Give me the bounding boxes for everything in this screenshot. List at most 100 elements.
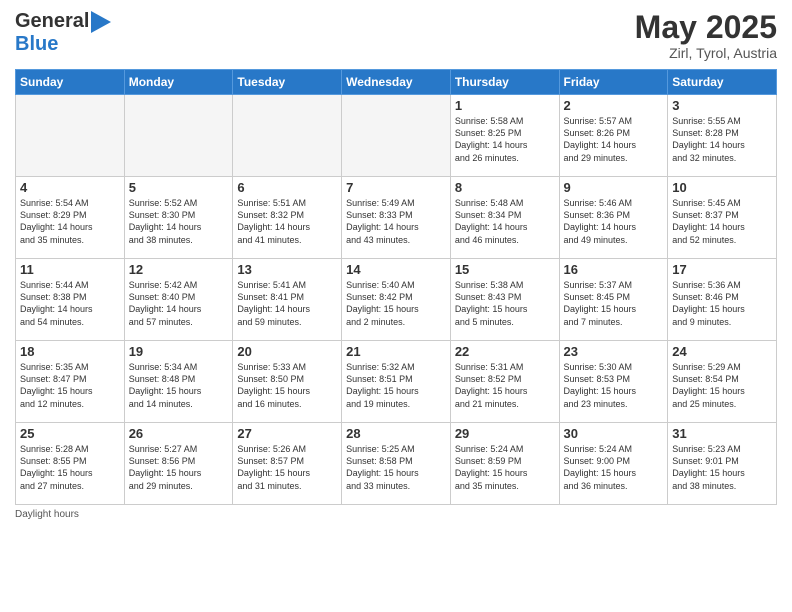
date-14: 14: [346, 262, 446, 277]
info-14: Sunrise: 5:40 AM Sunset: 8:42 PM Dayligh…: [346, 279, 446, 328]
cell-0-2: [233, 95, 342, 177]
date-22: 22: [455, 344, 555, 359]
info-3: Sunrise: 5:55 AM Sunset: 8:28 PM Dayligh…: [672, 115, 772, 164]
info-18: Sunrise: 5:35 AM Sunset: 8:47 PM Dayligh…: [20, 361, 120, 410]
date-27: 27: [237, 426, 337, 441]
cell-1-5: 9Sunrise: 5:46 AM Sunset: 8:36 PM Daylig…: [559, 177, 668, 259]
header-monday: Monday: [124, 70, 233, 95]
cell-2-3: 14 Sunrise: 5:40 AM Sunset: 8:42 PM Dayli…: [342, 259, 451, 341]
info-8: Sunrise: 5:48 AM Sunset: 8:34 PM Dayligh…: [455, 197, 555, 246]
header-tuesday: Tuesday: [233, 70, 342, 95]
info-1: Sunrise: 5:58 AM Sunset: 8:25 PM Dayligh…: [455, 115, 555, 164]
date-29: 29: [455, 426, 555, 441]
week-row-3: 11 Sunrise: 5:44 AM Sunset: 8:38 PM Dayli…: [16, 259, 777, 341]
location: Zirl, Tyrol, Austria: [635, 45, 777, 61]
cell-4-3: 28Sunrise: 5:25 AM Sunset: 8:58 PM Dayli…: [342, 423, 451, 505]
cell-3-4: 22Sunrise: 5:31 AM Sunset: 8:52 PM Dayli…: [450, 341, 559, 423]
info-7: Sunrise: 5:49 AM Sunset: 8:33 PM Dayligh…: [346, 197, 446, 246]
info-15: Sunrise: 5:38 AM Sunset: 8:43 PM Dayligh…: [455, 279, 555, 328]
date-17: 17: [672, 262, 772, 277]
cell-2-5: 16 Sunrise: 5:37 AM Sunset: 8:45 PM Dayli…: [559, 259, 668, 341]
cell-1-3: 7 Sunrise: 5:49 AM Sunset: 8:33 PM Daylig…: [342, 177, 451, 259]
info-17: Sunrise: 5:36 AM Sunset: 8:46 PM Dayligh…: [672, 279, 772, 328]
cell-1-4: 8 Sunrise: 5:48 AM Sunset: 8:34 PM Daylig…: [450, 177, 559, 259]
info-13: Sunrise: 5:41 AM Sunset: 8:41 PM Dayligh…: [237, 279, 337, 328]
cell-3-0: 18Sunrise: 5:35 AM Sunset: 8:47 PM Dayli…: [16, 341, 125, 423]
cell-0-5: 2Sunrise: 5:57 AM Sunset: 8:26 PM Daylig…: [559, 95, 668, 177]
cell-4-6: 31Sunrise: 5:23 AM Sunset: 9:01 PM Dayli…: [668, 423, 777, 505]
calendar: SundayMondayTuesdayWednesdayThursdayFrid…: [15, 69, 777, 505]
cell-0-3: [342, 95, 451, 177]
header-thursday: Thursday: [450, 70, 559, 95]
cell-2-4: 15 Sunrise: 5:38 AM Sunset: 8:43 PM Dayli…: [450, 259, 559, 341]
info-10: Sunrise: 5:45 AM Sunset: 8:37 PM Dayligh…: [672, 197, 772, 246]
date-24: 24: [672, 344, 772, 359]
week-row-4: 18Sunrise: 5:35 AM Sunset: 8:47 PM Dayli…: [16, 341, 777, 423]
date-8: 8: [455, 180, 555, 195]
info-16: Sunrise: 5:37 AM Sunset: 8:45 PM Dayligh…: [564, 279, 664, 328]
date-9: 9: [564, 180, 664, 195]
cell-4-0: 25 Sunrise: 5:28 AM Sunset: 8:55 PM Dayli…: [16, 423, 125, 505]
cell-4-5: 30 Sunrise: 5:24 AM Sunset: 9:00 PM Dayli…: [559, 423, 668, 505]
date-5: 5: [129, 180, 229, 195]
cell-3-5: 23 Sunrise: 5:30 AM Sunset: 8:53 PM Dayli…: [559, 341, 668, 423]
cell-3-3: 21 Sunrise: 5:32 AM Sunset: 8:51 PM Dayli…: [342, 341, 451, 423]
date-16: 16: [564, 262, 664, 277]
cell-2-1: 12 Sunrise: 5:42 AM Sunset: 8:40 PM Dayli…: [124, 259, 233, 341]
header-saturday: Saturday: [668, 70, 777, 95]
cell-4-2: 27 Sunrise: 5:26 AM Sunset: 8:57 PM Dayli…: [233, 423, 342, 505]
info-19: Sunrise: 5:34 AM Sunset: 8:48 PM Dayligh…: [129, 361, 229, 410]
cell-2-2: 13 Sunrise: 5:41 AM Sunset: 8:41 PM Dayli…: [233, 259, 342, 341]
date-12: 12: [129, 262, 229, 277]
date-11: 11: [20, 262, 120, 277]
info-4: Sunrise: 5:54 AM Sunset: 8:29 PM Dayligh…: [20, 197, 120, 246]
logo-blue: Blue: [15, 33, 58, 55]
info-6: Sunrise: 5:51 AM Sunset: 8:32 PM Dayligh…: [237, 197, 337, 246]
date-4: 4: [20, 180, 120, 195]
cell-3-6: 24 Sunrise: 5:29 AM Sunset: 8:54 PM Dayli…: [668, 341, 777, 423]
info-30: Sunrise: 5:24 AM Sunset: 9:00 PM Dayligh…: [564, 443, 664, 492]
cell-3-2: 20Sunrise: 5:33 AM Sunset: 8:50 PM Dayli…: [233, 341, 342, 423]
header-sunday: Sunday: [16, 70, 125, 95]
info-12: Sunrise: 5:42 AM Sunset: 8:40 PM Dayligh…: [129, 279, 229, 328]
footer: Daylight hours: [15, 509, 777, 520]
info-26: Sunrise: 5:27 AM Sunset: 8:56 PM Dayligh…: [129, 443, 229, 492]
info-20: Sunrise: 5:33 AM Sunset: 8:50 PM Dayligh…: [237, 361, 337, 410]
info-21: Sunrise: 5:32 AM Sunset: 8:51 PM Dayligh…: [346, 361, 446, 410]
date-28: 28: [346, 426, 446, 441]
info-24: Sunrise: 5:29 AM Sunset: 8:54 PM Dayligh…: [672, 361, 772, 410]
cell-4-4: 29Sunrise: 5:24 AM Sunset: 8:59 PM Dayli…: [450, 423, 559, 505]
info-23: Sunrise: 5:30 AM Sunset: 8:53 PM Dayligh…: [564, 361, 664, 410]
date-21: 21: [346, 344, 446, 359]
date-23: 23: [564, 344, 664, 359]
info-25: Sunrise: 5:28 AM Sunset: 8:55 PM Dayligh…: [20, 443, 120, 492]
date-7: 7: [346, 180, 446, 195]
logo-icon: [89, 11, 111, 33]
date-13: 13: [237, 262, 337, 277]
date-2: 2: [564, 98, 664, 113]
cell-0-6: 3 Sunrise: 5:55 AM Sunset: 8:28 PM Daylig…: [668, 95, 777, 177]
cell-4-1: 26 Sunrise: 5:27 AM Sunset: 8:56 PM Dayli…: [124, 423, 233, 505]
week-row-1: 1 Sunrise: 5:58 AM Sunset: 8:25 PM Daylig…: [16, 95, 777, 177]
date-19: 19: [129, 344, 229, 359]
calendar-header-row: SundayMondayTuesdayWednesdayThursdayFrid…: [16, 70, 777, 95]
logo-text: GeneralBlue: [15, 10, 111, 55]
info-5: Sunrise: 5:52 AM Sunset: 8:30 PM Dayligh…: [129, 197, 229, 246]
date-3: 3: [672, 98, 772, 113]
header-friday: Friday: [559, 70, 668, 95]
info-27: Sunrise: 5:26 AM Sunset: 8:57 PM Dayligh…: [237, 443, 337, 492]
date-25: 25: [20, 426, 120, 441]
week-row-5: 25 Sunrise: 5:28 AM Sunset: 8:55 PM Dayli…: [16, 423, 777, 505]
title-block: May 2025 Zirl, Tyrol, Austria: [635, 10, 777, 61]
cell-3-1: 19 Sunrise: 5:34 AM Sunset: 8:48 PM Dayli…: [124, 341, 233, 423]
date-15: 15: [455, 262, 555, 277]
cell-0-0: [16, 95, 125, 177]
date-30: 30: [564, 426, 664, 441]
date-26: 26: [129, 426, 229, 441]
date-1: 1: [455, 98, 555, 113]
cell-0-1: [124, 95, 233, 177]
header-wednesday: Wednesday: [342, 70, 451, 95]
info-31: Sunrise: 5:23 AM Sunset: 9:01 PM Dayligh…: [672, 443, 772, 492]
info-11: Sunrise: 5:44 AM Sunset: 8:38 PM Dayligh…: [20, 279, 120, 328]
logo-general: General: [15, 10, 89, 32]
